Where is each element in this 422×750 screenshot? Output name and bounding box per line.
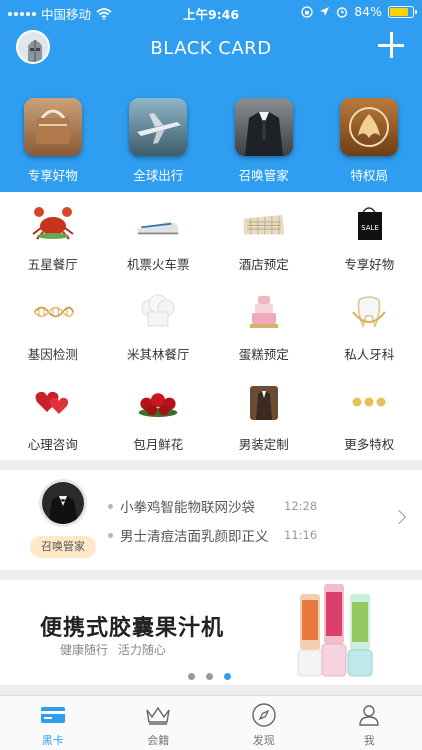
- top-nav-label: 专享好物: [27, 168, 78, 183]
- top-nav-item-global-travel[interactable]: 全球出行: [106, 98, 212, 184]
- top-nav-item-exclusive-goods[interactable]: 专享好物: [0, 98, 106, 184]
- emblem-icon: [340, 98, 399, 156]
- more-dots-icon: [347, 382, 391, 422]
- top-nav-item-privilege-bureau[interactable]: 特权局: [317, 98, 422, 184]
- service-label: 私人牙科: [344, 347, 395, 362]
- news-time: 11:16: [284, 528, 318, 542]
- section-divider: [0, 570, 422, 580]
- news-item[interactable]: 小拳鸡智能物联网沙袋 12:28: [108, 496, 317, 516]
- chef-hat-icon: [136, 292, 180, 332]
- tab-black-card[interactable]: 黑卡: [0, 696, 106, 750]
- banner-subtitle: 健康随行 活力随心: [60, 643, 166, 657]
- tab-me[interactable]: 我: [317, 696, 422, 750]
- battery-percent: 84%: [354, 4, 382, 19]
- news-title: 男士清痘洁面乳颜即正义: [120, 529, 269, 545]
- tab-label: 会籍: [147, 734, 170, 747]
- dna-icon: [31, 292, 75, 332]
- tab-label: 发现: [252, 734, 275, 747]
- bullet-dot: [108, 532, 113, 538]
- airplane-icon: [129, 98, 188, 156]
- roses-icon: [136, 382, 180, 422]
- service-more-privileges[interactable]: 更多特权: [317, 372, 422, 462]
- promo-banner[interactable]: 便携式胶囊果汁机 健康随行 活力随心: [0, 580, 422, 685]
- compass-icon: [251, 702, 277, 728]
- carousel-indicator: [188, 673, 231, 680]
- top-nav-label: 特权局: [350, 168, 388, 183]
- service-psychological-counseling[interactable]: 心理咨询: [0, 372, 106, 462]
- suit-icon: [242, 382, 286, 422]
- service-hotel-booking[interactable]: 酒店预定: [211, 192, 317, 282]
- crown-icon: [145, 702, 171, 728]
- service-exclusive-goods[interactable]: SALE 专享好物: [317, 192, 422, 282]
- carousel-dot[interactable]: [206, 673, 213, 680]
- news-item[interactable]: 男士清痘洁面乳颜即正义 11:16: [108, 525, 317, 545]
- chevron-right-icon[interactable]: [391, 509, 407, 525]
- service-label: 蛋糕预定: [238, 347, 289, 362]
- sale-bag-icon: SALE: [347, 202, 391, 242]
- location-icon: [320, 7, 330, 16]
- top-nav: 专享好物 全球出行 召唤管家 特权局: [0, 98, 422, 184]
- service-label: 专享好物: [344, 257, 395, 272]
- suit-icon: [234, 98, 293, 156]
- add-button[interactable]: [378, 32, 404, 58]
- bullet-dot: [108, 503, 113, 509]
- svg-text:SALE: SALE: [361, 224, 379, 232]
- hotel-icon: [242, 202, 286, 242]
- service-label: 更多特权: [344, 437, 395, 452]
- tab-label: 我: [363, 734, 375, 747]
- service-private-dentistry[interactable]: 私人牙科: [317, 282, 422, 372]
- hearts-icon: [31, 382, 75, 422]
- alarm-icon: [337, 6, 348, 18]
- butler-avatar: [42, 482, 84, 524]
- service-gene-testing[interactable]: 基因检测: [0, 282, 106, 372]
- top-nav-label: 召唤管家: [238, 168, 289, 183]
- header: 中国移动 上午9:46 84% BLACK CARD 专享好物 全球出行 召唤管…: [0, 0, 422, 192]
- service-label: 基因检测: [27, 347, 78, 362]
- tab-label: 黑卡: [41, 734, 64, 747]
- suit-icon: [48, 496, 78, 524]
- service-label: 男装定制: [238, 437, 289, 452]
- card-icon: [40, 702, 66, 728]
- battery-fill: [390, 7, 409, 16]
- service-cake-booking[interactable]: 蛋糕预定: [211, 282, 317, 372]
- tooth-icon: [347, 292, 391, 332]
- handbag-icon: [23, 98, 82, 156]
- person-icon: [356, 702, 382, 728]
- tab-discover[interactable]: 发现: [211, 696, 317, 750]
- top-nav-label: 全球出行: [133, 168, 184, 183]
- service-michelin-restaurant[interactable]: 米其林餐厅: [106, 282, 212, 372]
- carousel-dot-active[interactable]: [224, 673, 231, 680]
- butler-news-panel[interactable]: 召唤管家 小拳鸡智能物联网沙袋 12:28 男士清痘洁面乳颜即正义 11:16: [0, 470, 422, 570]
- bottom-tab-bar: 黑卡 会籍 发现 我: [0, 695, 422, 750]
- battery-icon: [388, 5, 417, 18]
- status-bar: 中国移动 上午9:46 84%: [0, 0, 422, 24]
- cake-icon: [242, 292, 286, 332]
- page-title: BLACK CARD: [150, 38, 272, 59]
- service-label: 米其林餐厅: [126, 347, 190, 362]
- rotation-lock-icon: [301, 5, 313, 18]
- juicer-bottles-image: [297, 584, 373, 677]
- crab-icon: [31, 202, 75, 242]
- service-mens-tailoring[interactable]: 男装定制: [211, 372, 317, 462]
- section-divider: [0, 460, 422, 470]
- service-flight-train-tickets[interactable]: 机票火车票: [106, 192, 212, 282]
- service-monthly-flowers[interactable]: 包月鲜花: [106, 372, 212, 462]
- news-title: 小拳鸡智能物联网沙袋: [120, 500, 255, 516]
- service-five-star-restaurant[interactable]: 五星餐厅: [0, 192, 106, 282]
- service-label: 酒店预定: [238, 257, 289, 272]
- service-label: 心理咨询: [27, 437, 78, 452]
- service-label: 包月鲜花: [133, 437, 184, 452]
- tab-membership[interactable]: 会籍: [106, 696, 212, 750]
- carousel-dot[interactable]: [188, 673, 195, 680]
- services-grid: 五星餐厅 机票火车票 酒店预定 SALE 专享好物 基因检测 米其林餐厅 蛋糕预…: [0, 192, 422, 460]
- banner-title: 便携式胶囊果汁机: [40, 616, 225, 641]
- summon-butler-tag[interactable]: 召唤管家: [30, 536, 96, 558]
- service-label: 机票火车票: [126, 257, 190, 272]
- top-nav-item-summon-butler[interactable]: 召唤管家: [211, 98, 317, 184]
- train-icon: [136, 202, 180, 242]
- service-label: 五星餐厅: [27, 257, 78, 272]
- news-time: 12:28: [284, 499, 318, 513]
- section-divider: [0, 685, 422, 695]
